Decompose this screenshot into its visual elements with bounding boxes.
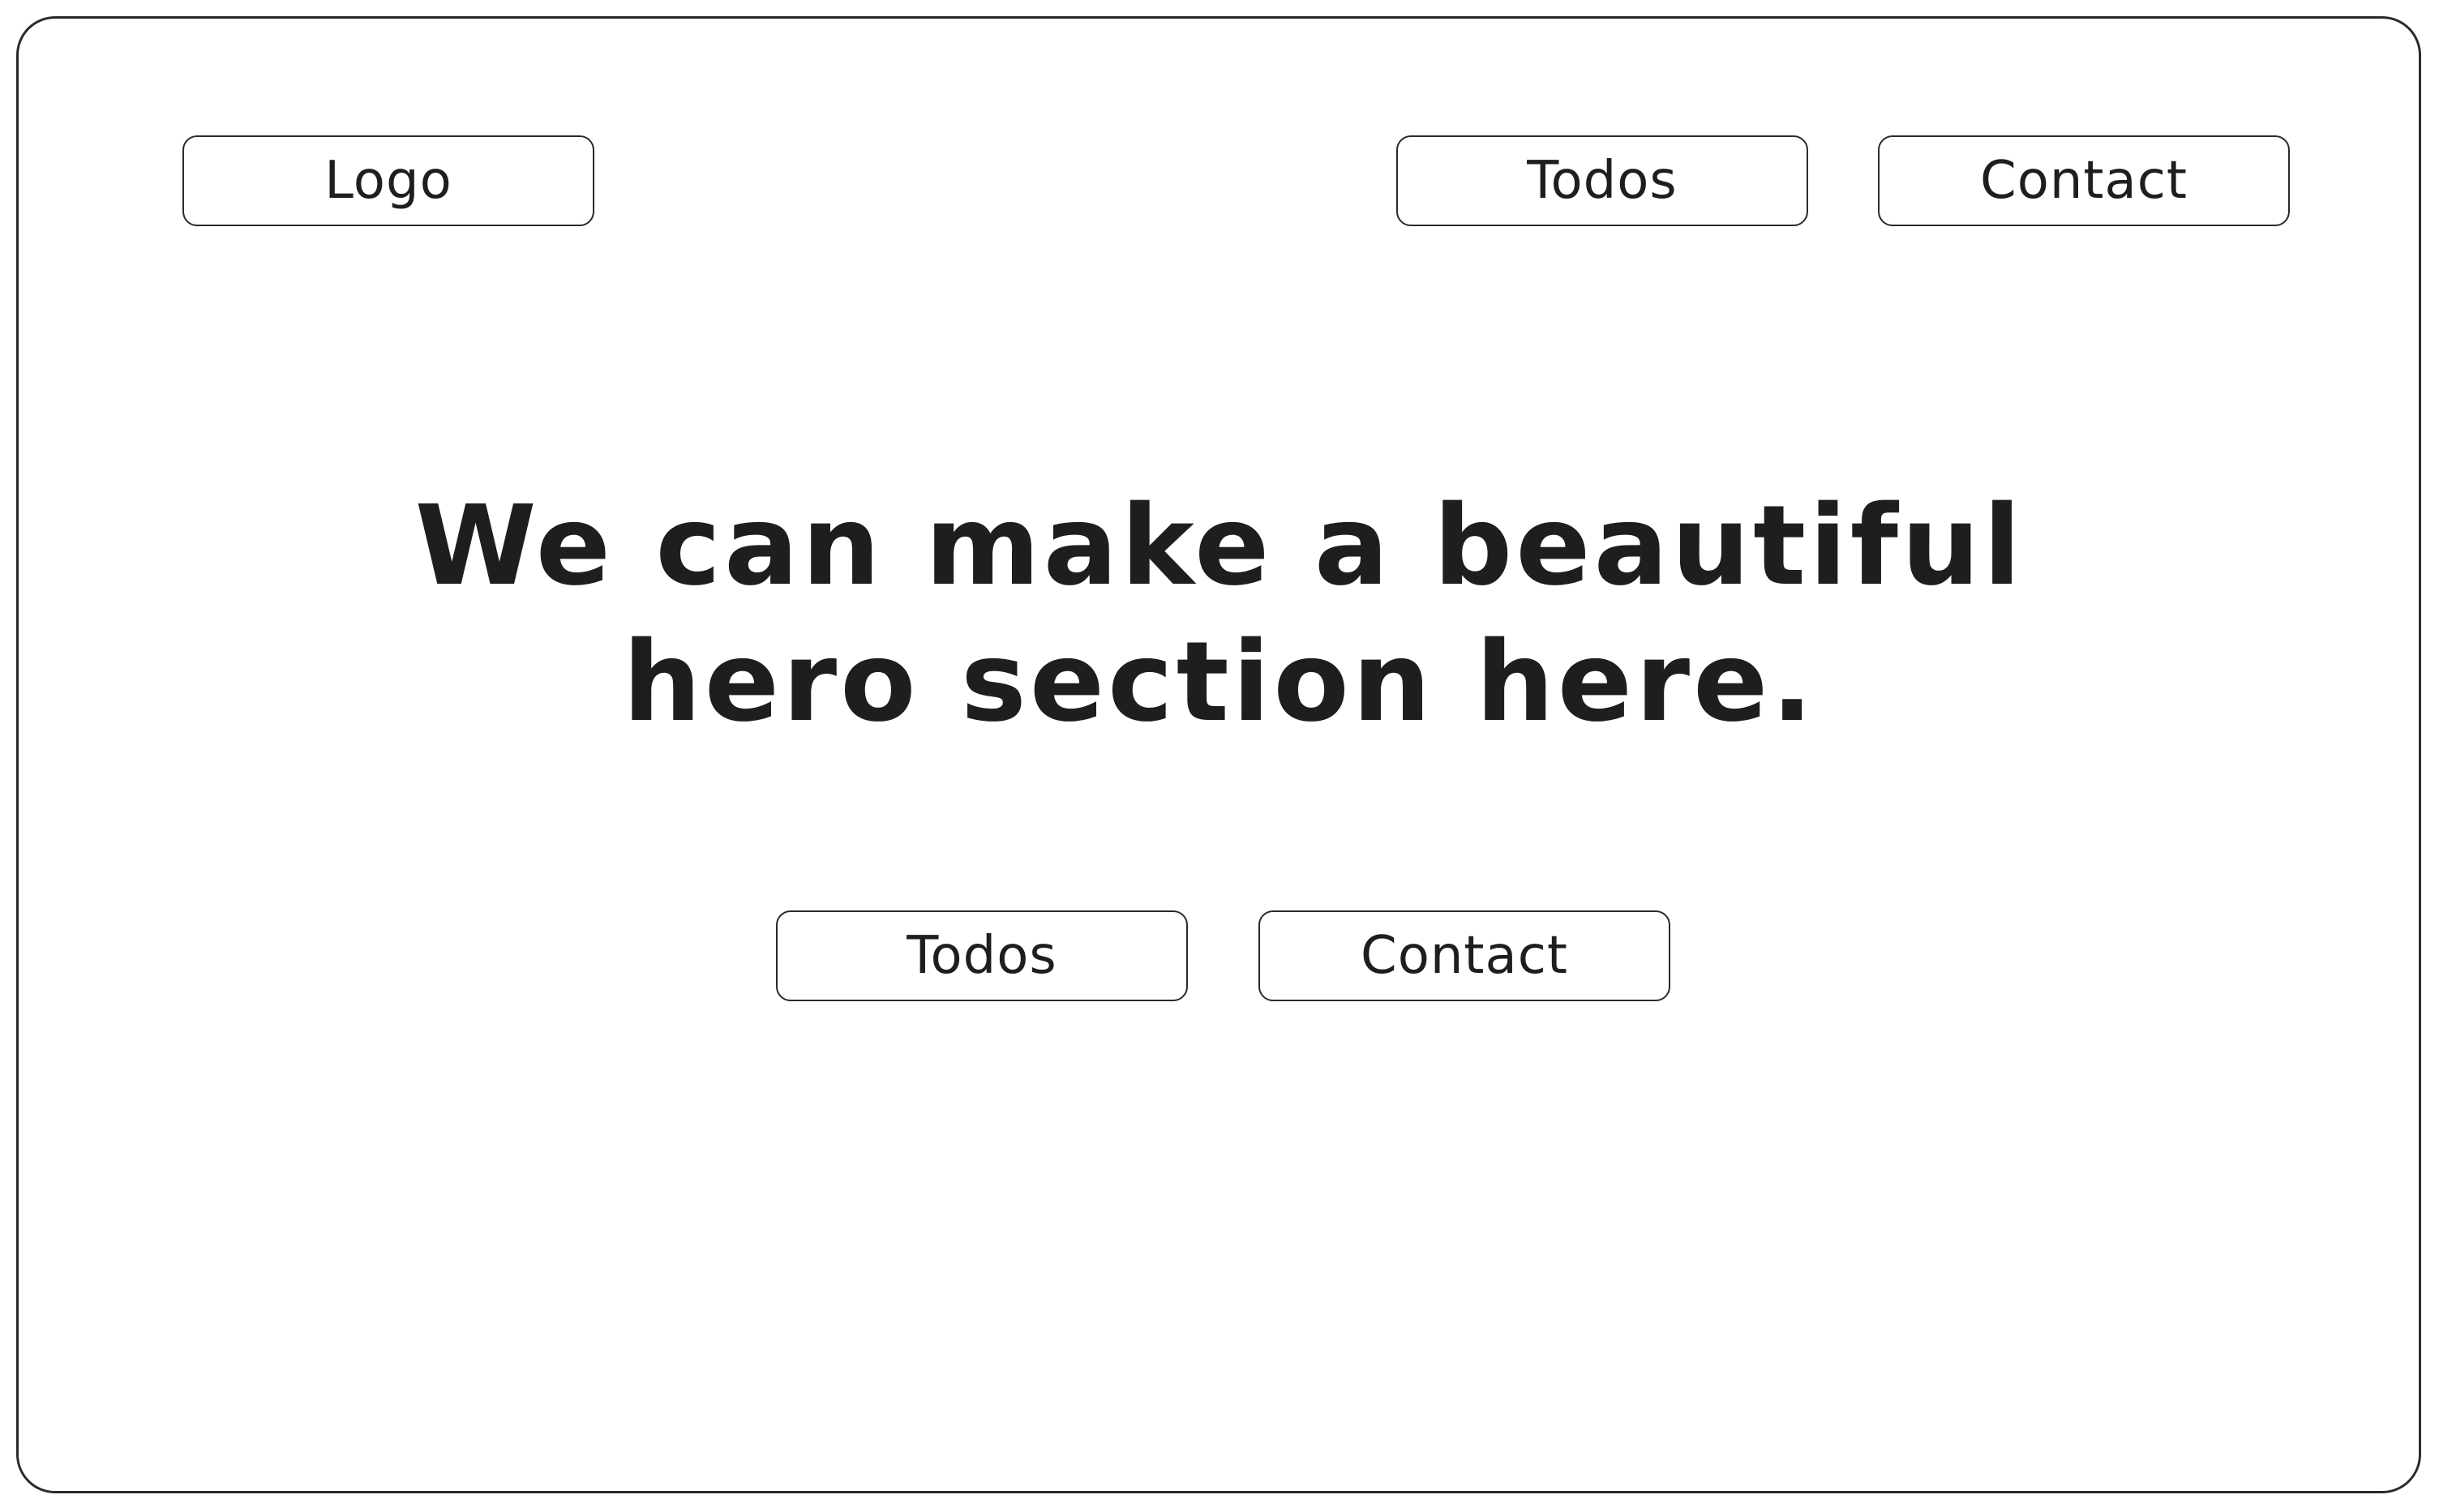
- wireframe-frame: [16, 16, 2421, 1493]
- nav-contact-button[interactable]: Contact: [1878, 135, 2290, 226]
- hero-title-line-2: hero section here.: [623, 619, 1816, 747]
- logo-label: Logo: [324, 151, 452, 211]
- logo: Logo: [182, 135, 594, 226]
- hero-todos-label: Todos: [907, 926, 1057, 986]
- hero-todos-button[interactable]: Todos: [776, 910, 1188, 1001]
- nav-contact-label: Contact: [1980, 151, 2188, 211]
- hero-contact-label: Contact: [1361, 926, 1568, 986]
- nav-todos-label: Todos: [1527, 151, 1678, 211]
- nav-todos-button[interactable]: Todos: [1396, 135, 1808, 226]
- hero-title-line-1: We can make a beautiful: [414, 482, 2025, 610]
- hero-contact-button[interactable]: Contact: [1258, 910, 1670, 1001]
- hero-title: We can make a beautiful hero section her…: [0, 478, 2439, 751]
